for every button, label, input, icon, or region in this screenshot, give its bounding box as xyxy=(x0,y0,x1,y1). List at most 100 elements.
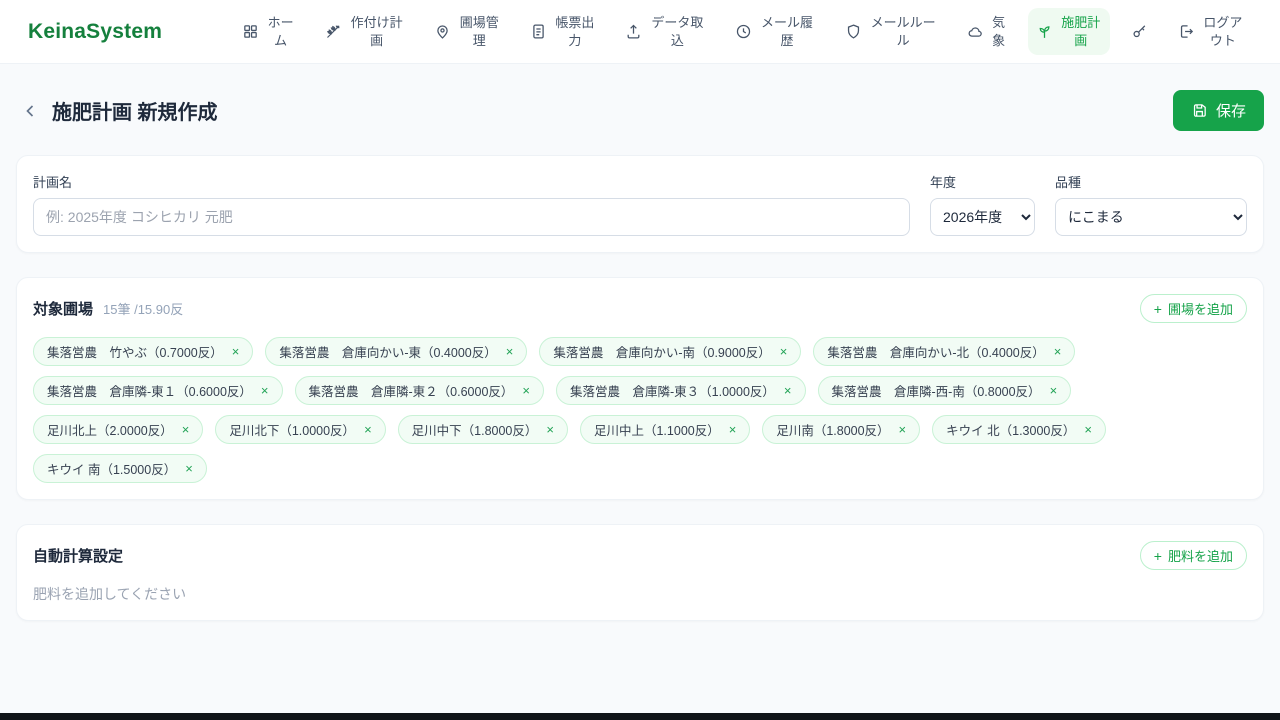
field-chip-label: 集落営農 倉庫向かい-南（0.9000反） xyxy=(553,346,771,360)
document-icon xyxy=(530,23,547,40)
field-chip-label: 足川南（1.8000反） xyxy=(776,424,890,438)
field-chip-label: 集落営農 倉庫隣-東３（1.0000反） xyxy=(570,385,775,399)
fertilizer-empty-message: 肥料を追加してください xyxy=(33,586,187,602)
history-icon xyxy=(735,23,752,40)
field-chip: 足川中上（1.1000反） × xyxy=(579,415,751,444)
plus-icon: + xyxy=(1153,300,1162,317)
field-chip-list: 集落営農 竹やぶ（0.7000反） × 集落営農 倉庫向かい-東（0.4000反）… xyxy=(33,337,1247,483)
bottom-edge-bar xyxy=(0,713,1280,720)
auto-calc-card: 自動計算設定 + 肥料を追加 肥料を追加してください xyxy=(16,524,1264,621)
field-chip-label: 集落営農 竹やぶ（0.7000反） xyxy=(47,346,223,360)
nav-item-label: 圃場管理 xyxy=(459,14,499,48)
nav-item-report-output[interactable]: 帳票出力 xyxy=(522,8,604,55)
logout-icon xyxy=(1178,23,1195,40)
nav-items: ホーム 作付け計画 圃場管理 帳票出力 データ取込 メール履歴 メールルール 気… xyxy=(234,7,1252,56)
field-chip: 集落営農 倉庫隣-西-南（0.8000反） × xyxy=(817,376,1072,405)
field-chip: 集落営農 倉庫隣-東２（0.6000反） × xyxy=(294,376,544,405)
target-fields-title: 対象圃場 xyxy=(33,301,94,318)
add-fertilizer-button[interactable]: + 肥料を追加 xyxy=(1139,541,1247,570)
auto-calc-title: 自動計算設定 xyxy=(33,548,124,565)
close-icon[interactable]: × xyxy=(261,384,269,397)
brand-logo: KeinaSystem xyxy=(28,19,163,43)
target-fields-summary: 15筆 /15.90反 xyxy=(103,302,184,317)
nav-item-fertilization-plan[interactable]: 施肥計画 xyxy=(1027,7,1110,56)
sprout-icon xyxy=(1036,23,1053,40)
nav-item-label: ログアウト xyxy=(1203,14,1243,48)
field-chip: 集落営農 倉庫向かい-東（0.4000反） × xyxy=(265,337,528,366)
nav-item-field-management[interactable]: 圃場管理 xyxy=(426,8,508,55)
field-chip: 集落営農 倉庫隣-東３（1.0000反） × xyxy=(556,376,806,405)
field-chip-label: 集落営農 倉庫向かい-北（0.4000反） xyxy=(827,346,1045,360)
close-icon[interactable]: × xyxy=(546,423,554,436)
close-icon[interactable]: × xyxy=(522,384,530,397)
save-button[interactable]: 保存 xyxy=(1172,90,1264,131)
nav-item-planting-plan[interactable]: 作付け計画 xyxy=(317,8,413,55)
close-icon[interactable]: × xyxy=(729,423,737,436)
close-icon[interactable]: × xyxy=(1050,384,1058,397)
cloud-icon xyxy=(967,23,984,40)
close-icon[interactable]: × xyxy=(506,345,514,358)
field-chip: 集落営農 倉庫向かい-北（0.4000反） × xyxy=(813,337,1076,366)
save-button-label: 保存 xyxy=(1215,103,1246,120)
nav-item-label: 施肥計画 xyxy=(1061,14,1101,48)
close-icon[interactable]: × xyxy=(1084,423,1092,436)
year-field-group: 年度 2026年度 xyxy=(930,172,1035,236)
field-chip-label: 足川中上（1.1000反） xyxy=(593,424,720,438)
nav-item-key[interactable] xyxy=(1123,17,1156,46)
nav-item-label: メールルール xyxy=(870,14,936,48)
wheat-icon xyxy=(325,23,342,40)
close-icon[interactable]: × xyxy=(182,423,190,436)
field-chip-label: 足川中下（1.8000反） xyxy=(411,424,538,438)
nav-item-logout[interactable]: ログアウト xyxy=(1170,8,1252,55)
field-chip: 集落営農 倉庫隣-東１（0.6000反） × xyxy=(33,376,283,405)
variety-label: 品種 xyxy=(1055,175,1082,190)
nav-item-weather[interactable]: 気象 xyxy=(959,8,1014,55)
back-button[interactable] xyxy=(16,97,44,125)
variety-field-group: 品種 にこまる xyxy=(1055,172,1247,236)
close-icon[interactable]: × xyxy=(899,423,907,436)
add-field-button[interactable]: + 圃場を追加 xyxy=(1139,294,1247,323)
nav-item-label: 作付け計画 xyxy=(350,14,403,48)
plan-form-card: 計画名 年度 2026年度 品種 にこまる xyxy=(16,155,1264,253)
nav-item-mail-history[interactable]: メール履歴 xyxy=(727,8,823,55)
close-icon[interactable]: × xyxy=(780,345,788,358)
nav-item-label: データ取込 xyxy=(651,14,704,48)
page-title: 施肥計画 新規作成 xyxy=(52,102,218,124)
year-label: 年度 xyxy=(930,175,957,190)
add-field-button-label: 圃場を追加 xyxy=(1167,302,1233,317)
variety-select[interactable]: にこまる xyxy=(1055,198,1247,236)
field-chip-label: キウイ 北（1.3000反） xyxy=(946,424,1076,438)
plus-icon: + xyxy=(1153,547,1162,564)
nav-item-label: ホーム xyxy=(267,14,294,48)
plan-name-field-group: 計画名 xyxy=(33,172,910,236)
close-icon[interactable]: × xyxy=(1054,345,1062,358)
map-pin-icon xyxy=(434,23,451,40)
target-fields-card: 対象圃場 15筆 /15.90反 + 圃場を追加 集落営農 竹やぶ（0.7000… xyxy=(16,277,1264,500)
field-chip: 集落営農 倉庫向かい-南（0.9000反） × xyxy=(539,337,802,366)
top-nav: KeinaSystem ホーム 作付け計画 圃場管理 帳票出力 データ取込 メー… xyxy=(0,0,1280,64)
field-chip: 集落営農 竹やぶ（0.7000反） × xyxy=(33,337,254,366)
close-icon[interactable]: × xyxy=(364,423,372,436)
nav-item-home[interactable]: ホーム xyxy=(234,8,303,55)
chevron-left-icon xyxy=(20,101,40,121)
field-chip-label: キウイ 南（1.5000反） xyxy=(47,463,177,477)
shield-icon xyxy=(845,23,862,40)
nav-item-mail-rules[interactable]: メールルール xyxy=(837,8,946,55)
close-icon[interactable]: × xyxy=(232,345,240,358)
save-icon xyxy=(1191,102,1208,119)
field-chip: 足川中下（1.8000反） × xyxy=(397,415,568,444)
key-icon xyxy=(1131,23,1148,40)
nav-item-label: メール履歴 xyxy=(760,14,813,48)
page-header: 施肥計画 新規作成 保存 xyxy=(0,64,1280,155)
field-chip-label: 集落営農 倉庫隣-西-南（0.8000反） xyxy=(831,385,1041,399)
field-chip-label: 集落営農 倉庫向かい-東（0.4000反） xyxy=(279,346,497,360)
nav-item-data-import[interactable]: データ取込 xyxy=(617,8,713,55)
add-fertilizer-button-label: 肥料を追加 xyxy=(1167,549,1233,564)
field-chip-label: 集落営農 倉庫隣-東１（0.6000反） xyxy=(47,385,252,399)
field-chip-label: 足川北上（2.0000反） xyxy=(47,424,173,438)
close-icon[interactable]: × xyxy=(784,384,792,397)
plan-name-input[interactable] xyxy=(33,198,910,236)
field-chip: キウイ 南（1.5000反） × xyxy=(33,454,207,483)
year-select[interactable]: 2026年度 xyxy=(930,198,1035,236)
close-icon[interactable]: × xyxy=(185,462,193,475)
